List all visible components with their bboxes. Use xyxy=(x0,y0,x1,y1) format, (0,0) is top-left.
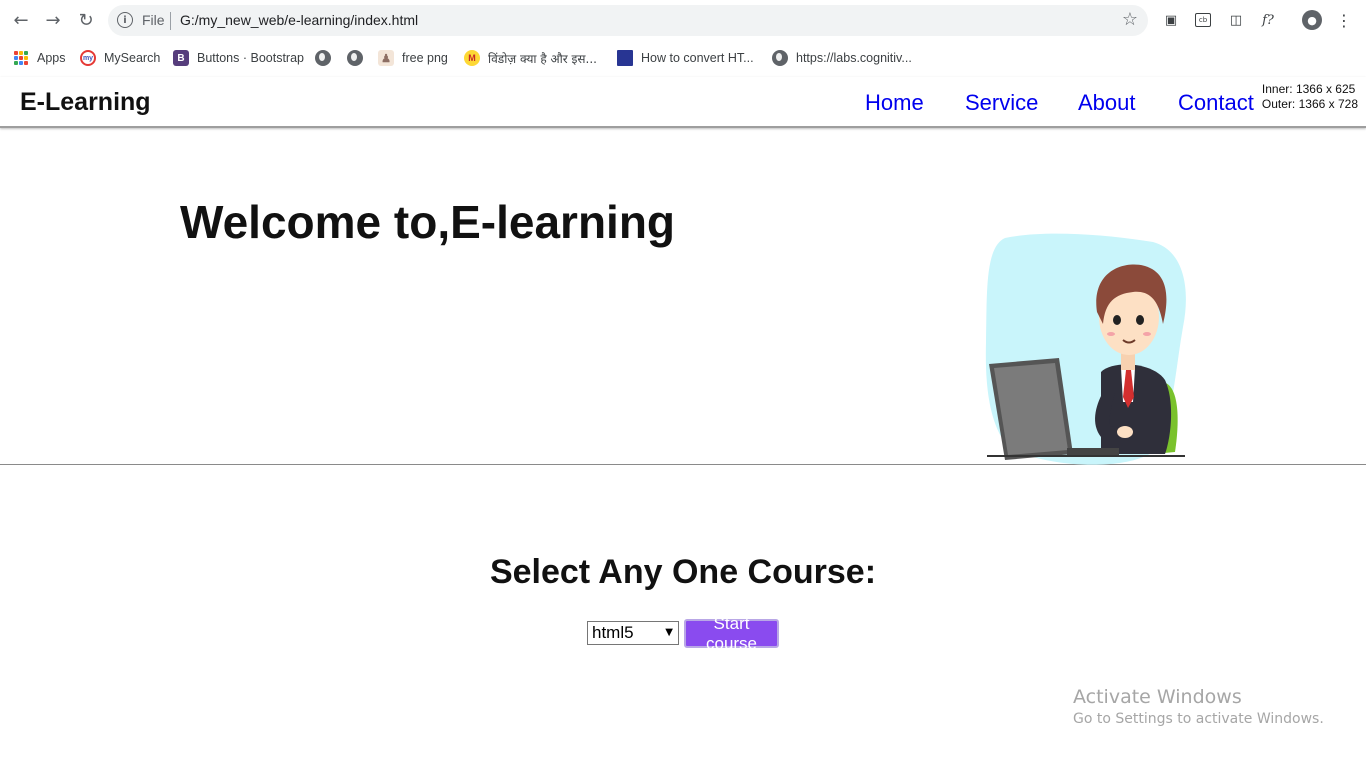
apps-grid-icon xyxy=(14,51,28,65)
bookmark-globe-2[interactable] xyxy=(347,49,371,67)
course-select[interactable]: html5 ▼ xyxy=(587,621,679,645)
menu-dots-icon[interactable]: ⋮ xyxy=(1334,10,1354,30)
bookmark-bootstrap[interactable]: B Buttons · Bootstrap xyxy=(173,49,304,67)
bootstrap-icon: B xyxy=(173,50,189,66)
outer-size: Outer: 1366 x 728 xyxy=(1261,97,1358,111)
globe-icon xyxy=(315,50,331,66)
back-arrow-icon[interactable]: ← xyxy=(9,8,33,32)
nav-link-home[interactable]: Home xyxy=(865,90,924,116)
scheme-label: File xyxy=(142,12,165,28)
url-text[interactable]: G:/my_new_web/e-learning/index.html xyxy=(180,12,418,28)
nav-link-about[interactable]: About xyxy=(1078,90,1136,116)
globe-icon xyxy=(347,50,363,66)
bookmark-label: How to convert HT... xyxy=(641,51,754,65)
info-icon[interactable]: i xyxy=(117,12,133,28)
bookmark-apps[interactable]: Apps xyxy=(14,49,66,67)
cast-icon[interactable]: ▣ xyxy=(1161,10,1181,30)
inner-size: Inner: 1366 x 625 xyxy=(1261,82,1356,96)
nav-link-service[interactable]: Service xyxy=(965,90,1038,116)
bookmark-label: https://labs.cognitiv... xyxy=(796,51,912,65)
bookmark-mysearch[interactable]: my MySearch xyxy=(80,49,160,67)
bookmark-label: विंडोज़ क्या है और इस... xyxy=(488,51,597,66)
address-bar[interactable]: i File G:/my_new_web/e-learning/index.ht… xyxy=(108,5,1148,36)
bookmark-labs[interactable]: https://labs.cognitiv... xyxy=(772,49,912,67)
watermark-subtitle: Go to Settings to activate Windows. xyxy=(1073,711,1324,727)
bookmark-label: free png xyxy=(402,51,448,65)
bookmark-globe-1[interactable] xyxy=(315,49,339,67)
formula-extension-icon[interactable]: f? xyxy=(1258,10,1278,30)
watermark-title: Activate Windows xyxy=(1073,686,1242,708)
course-select-value: html5 xyxy=(592,623,634,642)
person-with-laptop-illustration xyxy=(985,233,1186,465)
png-icon: ♟ xyxy=(378,50,394,66)
bookmark-convert[interactable]: How to convert HT... xyxy=(617,49,754,67)
windows-activation-watermark: Activate Windows Go to Settings to activ… xyxy=(1073,686,1324,727)
page-icon xyxy=(617,50,633,66)
start-course-button[interactable]: Start course xyxy=(684,614,779,653)
bookmarks-bar: Apps my MySearch B Buttons · Bootstrap ♟… xyxy=(0,40,1366,76)
forward-arrow-icon[interactable]: → xyxy=(41,8,65,32)
bookmark-hindi[interactable]: M विंडोज़ क्या है और इस... xyxy=(464,49,597,67)
reload-icon[interactable]: ↻ xyxy=(74,8,98,32)
nav-link-contact[interactable]: Contact xyxy=(1178,90,1254,116)
hero-title: Welcome to,E-learning xyxy=(180,196,676,248)
bookmark-free-png[interactable]: ♟ free png xyxy=(378,49,448,67)
window-size-readout: Inner: 1366 x 625 Outer: 1366 x 728 xyxy=(1262,82,1358,112)
course-title: Select Any One Course: xyxy=(489,553,877,591)
mysearch-icon: my xyxy=(80,50,96,66)
globe-icon xyxy=(772,50,788,66)
bookmark-label: Apps xyxy=(37,51,66,65)
profile-avatar-icon[interactable]: ● xyxy=(1302,10,1322,30)
bookmark-label: Buttons · Bootstrap xyxy=(197,51,305,65)
site-navbar: E-Learning Home Service About Contact In… xyxy=(0,77,1366,128)
bookmark-label: MySearch xyxy=(104,51,161,65)
translate-icon[interactable]: ◫ xyxy=(1226,10,1246,30)
browser-toolbar: ← → ↻ i File G:/my_new_web/e-learning/in… xyxy=(0,0,1366,40)
bookmark-star-icon[interactable]: ☆ xyxy=(1122,9,1138,30)
dropdown-arrow-icon: ▼ xyxy=(665,627,673,638)
cb-extension-icon[interactable]: cb xyxy=(1195,13,1211,27)
m-icon: M xyxy=(464,50,480,66)
address-separator xyxy=(170,12,171,30)
site-brand[interactable]: E-Learning xyxy=(20,88,151,117)
